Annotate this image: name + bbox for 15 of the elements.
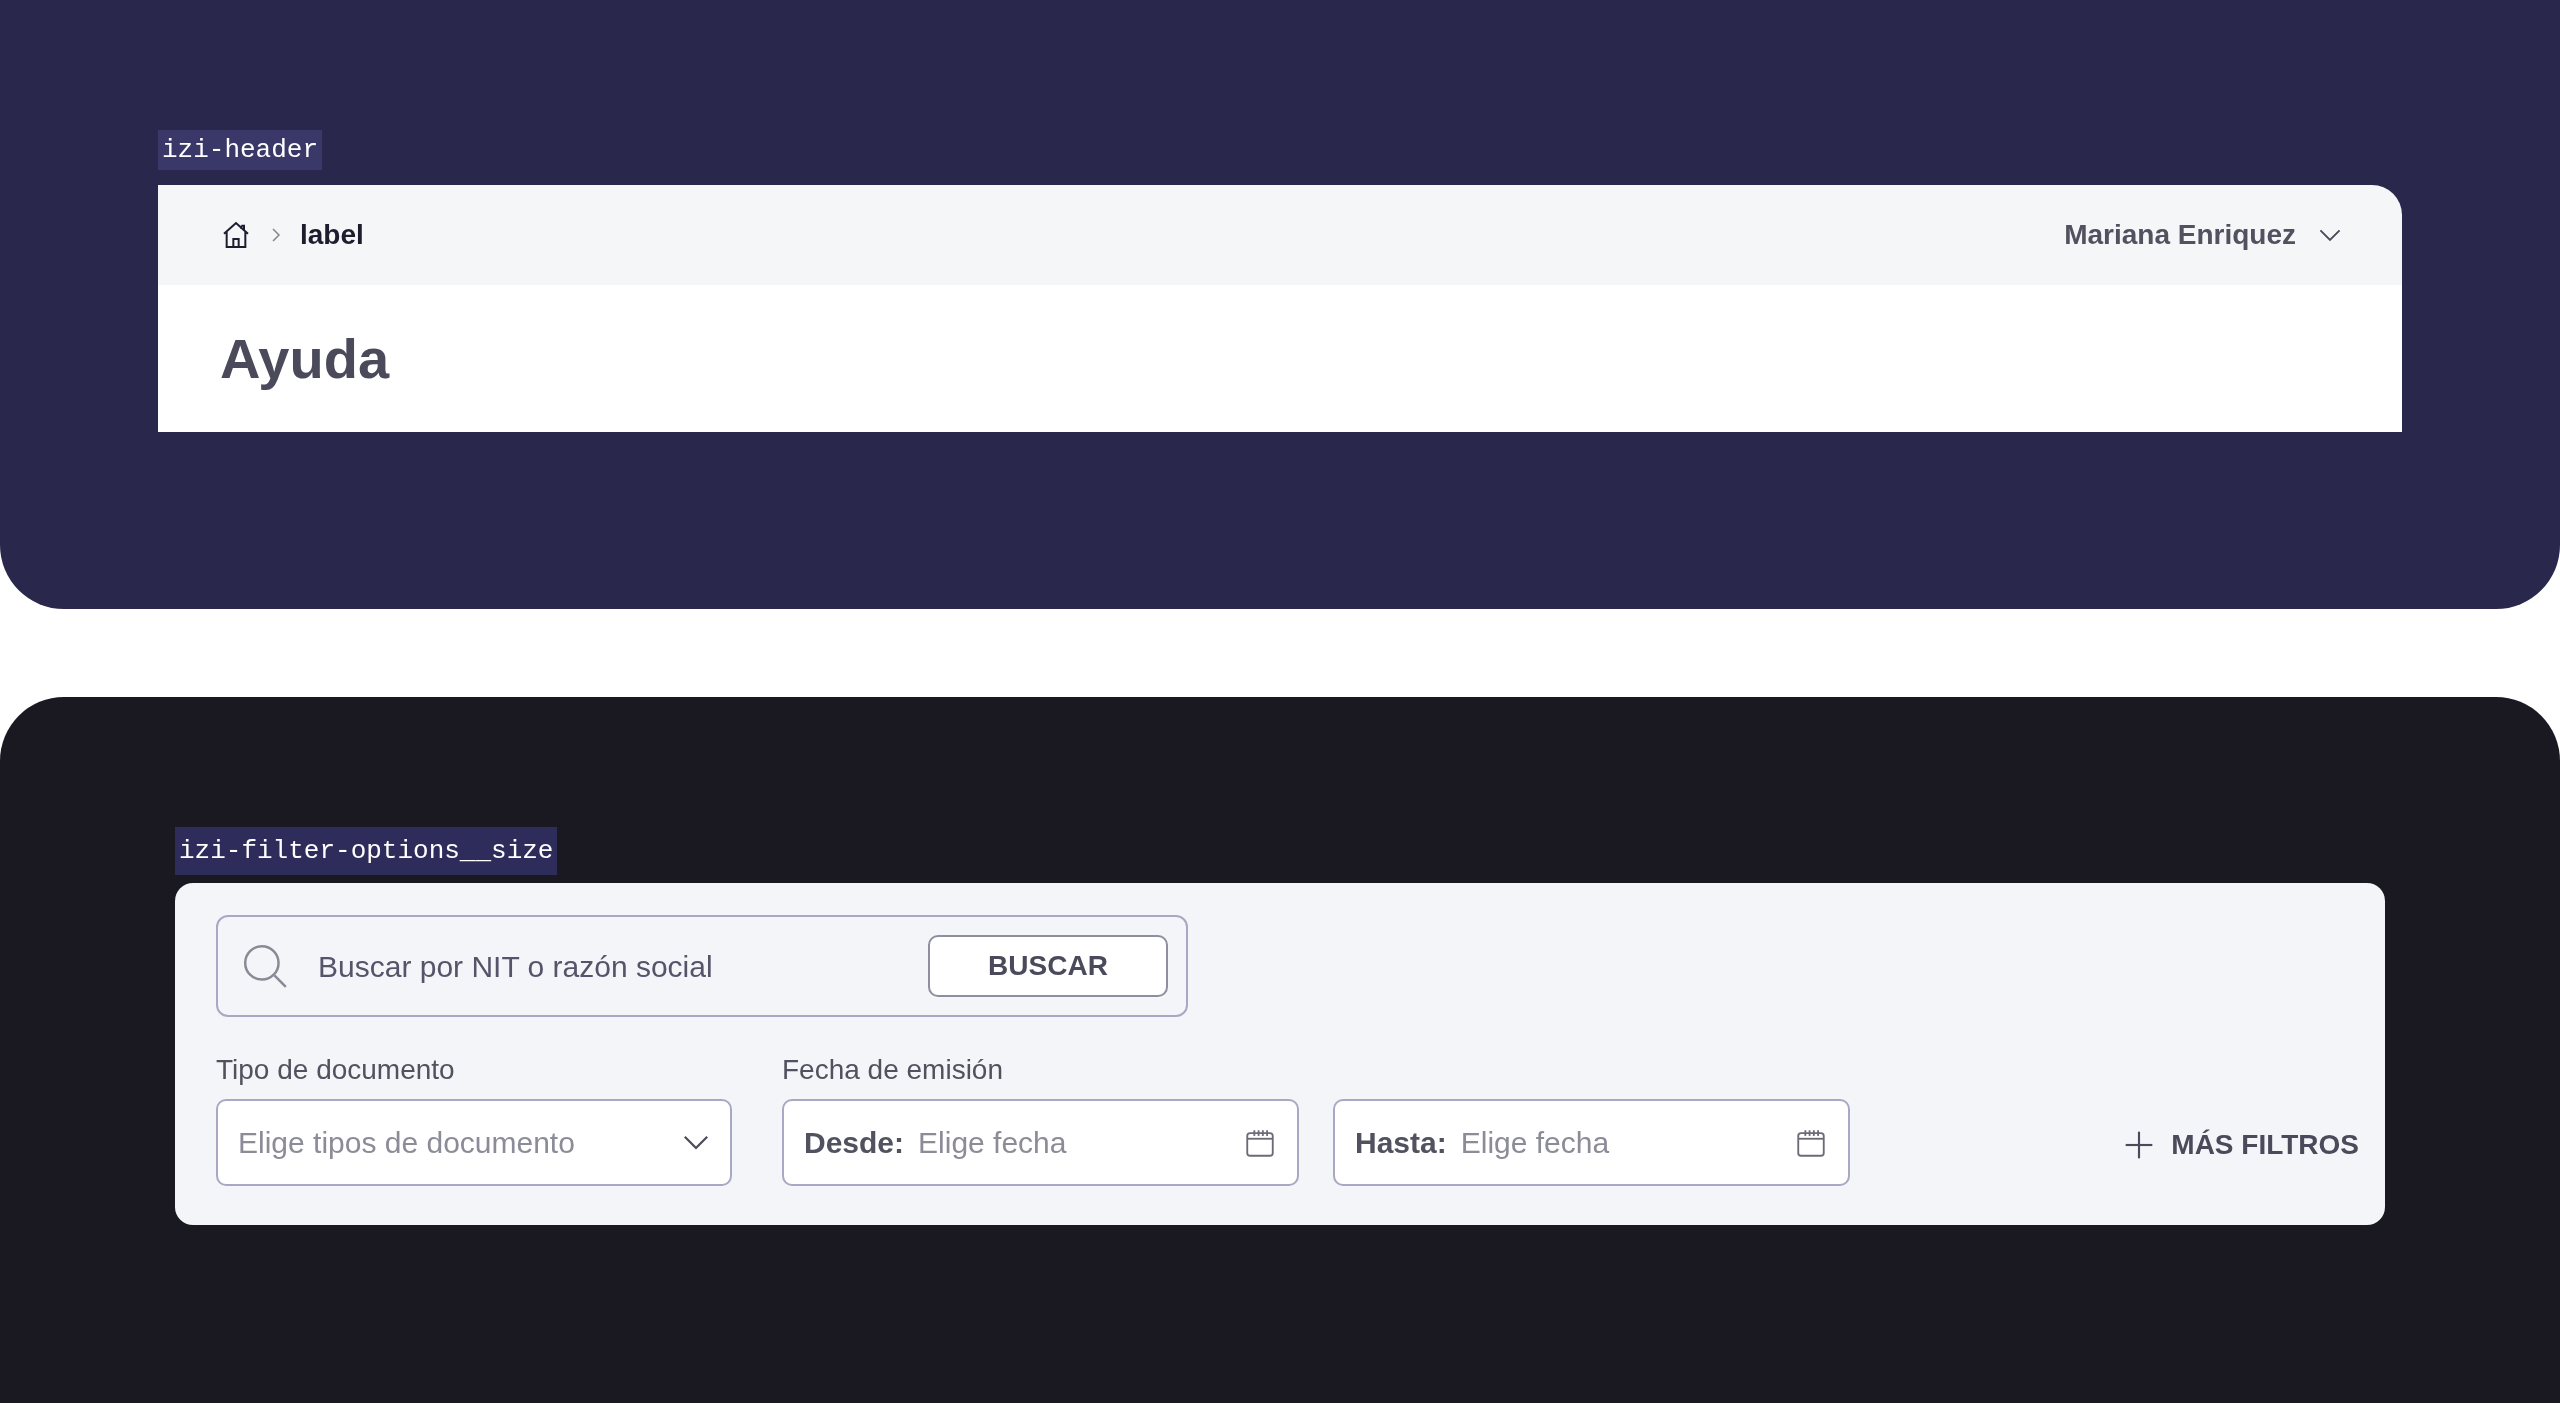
component-tag: izi-header <box>158 130 323 170</box>
search-field[interactable]: Buscar por NIT o razón social BUSCAR <box>216 915 1188 1017</box>
field-label: Tipo de documento <box>216 1053 456 1087</box>
chevron-right-icon <box>270 226 282 244</box>
date-field[interactable]: Desde: Elige fecha <box>782 1099 1299 1186</box>
page-title: Ayuda <box>220 325 390 392</box>
field-label: Fecha de emisión <box>782 1053 1004 1087</box>
component-tag: izi-filter-options__size <box>175 827 558 875</box>
more-filters-button[interactable]: MÁS FILTROS <box>2123 1124 2359 1166</box>
search-button[interactable]: BUSCAR <box>928 935 1168 997</box>
user-menu[interactable]: Mariana Enriquez <box>2064 214 2342 256</box>
date-field[interactable]: Hasta: Elige fecha <box>1333 1099 1850 1186</box>
chevron-down-icon <box>682 1134 710 1151</box>
chevron-down-icon <box>2318 227 2342 243</box>
breadcrumb-current: label <box>300 218 364 252</box>
